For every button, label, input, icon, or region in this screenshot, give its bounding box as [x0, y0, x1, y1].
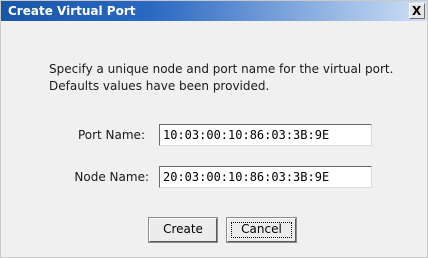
create-virtual-port-dialog: Create Virtual Port X Specify a unique n…: [0, 0, 428, 258]
dialog-title: Create Virtual Port: [8, 4, 136, 18]
cancel-button[interactable]: Cancel: [226, 217, 297, 243]
instructions-line-1: Specify a unique node and port name for …: [49, 62, 394, 76]
focus-rectangle: [231, 222, 292, 238]
create-button[interactable]: Create: [148, 217, 218, 243]
create-button-label: Create: [163, 222, 203, 236]
instructions-text: Specify a unique node and port name for …: [49, 61, 393, 95]
node-name-input[interactable]: 20:03:00:10:86:03:3B:9E: [159, 166, 372, 188]
port-name-input[interactable]: 10:03:00:10:86:03:3B:9E: [159, 124, 372, 146]
close-button[interactable]: X: [409, 3, 425, 19]
instructions-line-2: Defaults values have been provided.: [49, 79, 270, 93]
title-bar[interactable]: Create Virtual Port X: [1, 1, 427, 21]
node-name-label: Node Name:: [74, 170, 149, 184]
port-name-label: Port Name:: [77, 128, 145, 142]
close-icon: X: [412, 4, 422, 18]
